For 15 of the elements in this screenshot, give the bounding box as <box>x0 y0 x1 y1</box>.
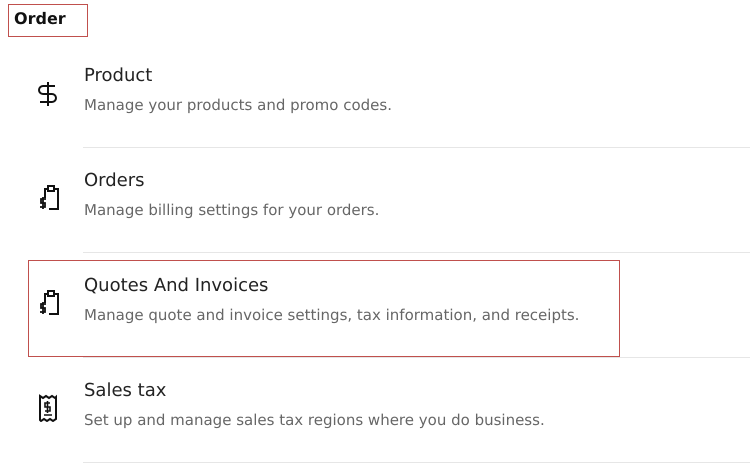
item-description: Manage billing settings for your orders. <box>84 201 380 219</box>
item-description: Manage your products and promo codes. <box>84 96 392 114</box>
section-title: Order <box>14 9 66 28</box>
item-title: Orders <box>84 170 146 191</box>
settings-item[interactable]: Sales tax Set up and manage sales tax regions where you do business. <box>28 365 620 462</box>
item-title: Product <box>84 65 154 86</box>
settings-item[interactable]: Quotes And Invoices Manage quote and invoice settings, tax information, and receipts. <box>28 260 620 357</box>
item-title: Sales tax <box>84 380 168 401</box>
item-description: Manage quote and invoice settings, tax information, and receipts. <box>84 306 580 324</box>
item-description: Set up and manage sales tax regions where you do business. <box>84 411 545 429</box>
item-title: Quotes And Invoices <box>84 275 270 296</box>
receipt-dollar-icon <box>37 394 59 422</box>
dollar-icon <box>37 79 59 107</box>
settings-item[interactable]: Orders Manage billing settings for your orders. <box>28 155 620 252</box>
settings-item[interactable]: Product Manage your products and promo codes. <box>28 50 620 147</box>
